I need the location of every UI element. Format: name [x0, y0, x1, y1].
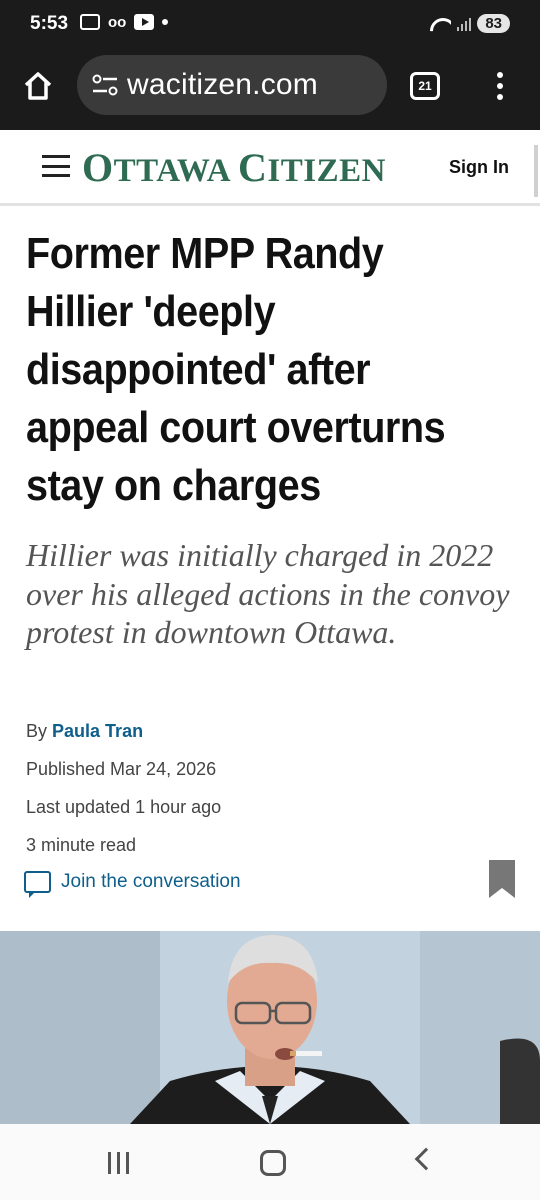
photo-illustration	[0, 931, 540, 1124]
article-headline: Former MPP Randy Hillier 'deeply disappo…	[26, 229, 446, 510]
site-header: OTTAWA CITIZEN Sign In	[0, 130, 540, 206]
site-logo[interactable]: OTTAWA CITIZEN	[82, 144, 386, 191]
read-time: 3 minute read	[26, 835, 137, 855]
youtube-icon	[134, 14, 155, 30]
byline-prefix: By	[26, 721, 48, 741]
system-navigation-bar	[0, 1124, 540, 1200]
sign-in-link[interactable]: Sign In	[449, 157, 509, 178]
site-settings-icon[interactable]	[91, 73, 119, 97]
article-deck: Hillier was initially charged in 2022 ov…	[26, 537, 510, 650]
status-time: 5:53	[30, 13, 69, 34]
status-system-icons: 83	[429, 14, 510, 33]
hamburger-menu-icon[interactable]	[42, 155, 70, 177]
home-icon[interactable]	[22, 70, 54, 102]
home-button-icon[interactable]	[260, 1150, 286, 1176]
article-photo	[0, 931, 540, 1124]
author-link[interactable]: Paula Tran	[52, 721, 143, 741]
status-notification-icons: oo	[80, 14, 169, 31]
scrollbar-thumb[interactable]	[534, 145, 538, 197]
voicemail-icon: oo	[108, 14, 127, 31]
byline: By Paula Tran	[26, 721, 143, 742]
join-conversation-link[interactable]: Join the conversation	[24, 871, 241, 898]
tab-switcher-button[interactable]: 21	[410, 72, 440, 100]
browser-chrome: 5:53 oo 83 wacitizen.com 21	[0, 0, 540, 130]
more-notifications-icon	[162, 19, 169, 25]
browser-menu-icon[interactable]	[490, 70, 510, 102]
back-icon[interactable]	[414, 1147, 438, 1171]
url-text: wacitizen.com	[127, 68, 318, 101]
bookmark-icon[interactable]	[489, 860, 515, 898]
published-date: Published Mar 24, 2026	[26, 759, 217, 779]
battery-indicator: 83	[477, 14, 510, 33]
recent-apps-icon[interactable]	[108, 1152, 129, 1174]
screenshot-icon	[80, 14, 100, 30]
url-bar[interactable]: wacitizen.com	[77, 55, 387, 115]
join-conversation-label: Join the conversation	[61, 871, 241, 892]
comment-icon	[24, 871, 51, 898]
last-updated: Last updated 1 hour ago	[26, 797, 222, 817]
wifi-icon	[429, 16, 451, 32]
signal-icon	[457, 17, 472, 31]
